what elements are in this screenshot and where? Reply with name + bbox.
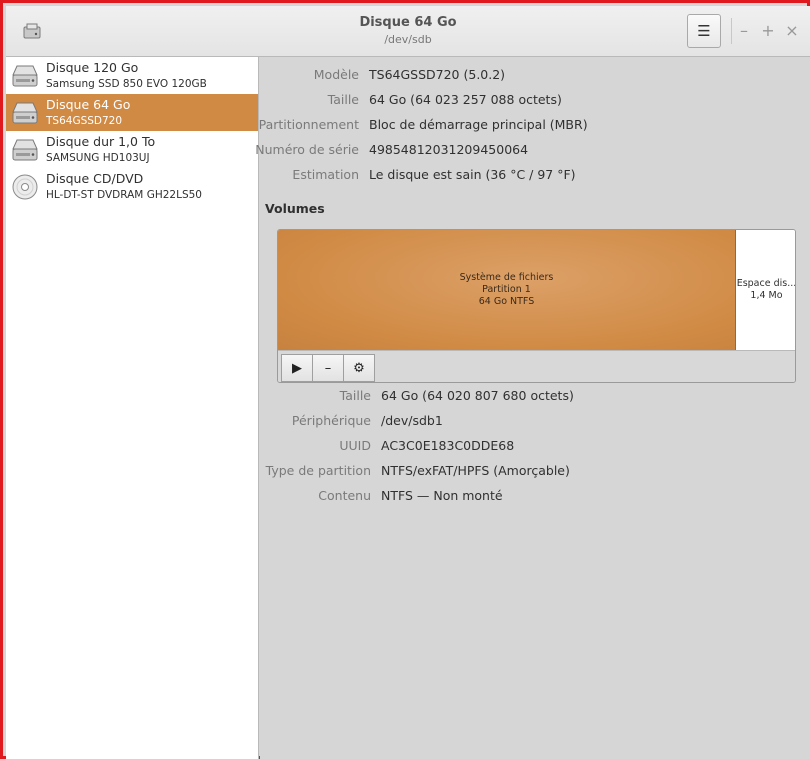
partition-size: 64 Go NTFS bbox=[478, 296, 535, 307]
device-label: Périphérique bbox=[291, 413, 371, 428]
hard-disk-icon bbox=[12, 102, 38, 124]
partitioning-label: Partitionnement bbox=[258, 117, 359, 132]
partition-type: Système de fichiers bbox=[459, 272, 554, 283]
assessment-label: Estimation bbox=[292, 167, 359, 182]
model-label: Modèle bbox=[313, 67, 359, 82]
hard-disk-icon bbox=[12, 65, 38, 87]
minimize-button[interactable]: – bbox=[735, 20, 753, 42]
contents-value: NTFS — Non monté bbox=[381, 488, 503, 503]
volume-size-label: Taille bbox=[339, 388, 371, 403]
model-value: TS64GSSD720 (5.0.2) bbox=[369, 67, 506, 82]
serial-number-label: Numéro de série bbox=[255, 142, 359, 157]
free-space-block[interactable]: Espace dis... 1,4 Mo bbox=[736, 230, 796, 350]
volume-size-value: 64 Go (64 020 807 680 octets) bbox=[381, 388, 574, 403]
window-frame: Disque 64 Go /dev/sdb ☰ – + × Disque 120… bbox=[0, 0, 810, 759]
uuid-label: UUID bbox=[339, 438, 371, 453]
partition-block-selected[interactable]: Système de fichiers Partition 1 64 Go NT… bbox=[278, 230, 736, 350]
drive-name: Disque 64 Go bbox=[46, 97, 131, 112]
assessment-value: Le disque est sain (36 °C / 97 °F) bbox=[369, 167, 576, 182]
delete-partition-button[interactable]: – bbox=[312, 354, 344, 382]
mount-button[interactable]: ▶ bbox=[281, 354, 313, 382]
volume-map: Système de fichiers Partition 1 64 Go NT… bbox=[277, 229, 796, 383]
minus-icon: – bbox=[324, 360, 332, 376]
volume-toolbar: ▶ – ⚙ bbox=[278, 350, 795, 382]
close-button[interactable]: × bbox=[783, 20, 801, 42]
hard-disk-icon bbox=[12, 139, 38, 161]
drive-model: TS64GSSD720 bbox=[46, 115, 123, 127]
uuid-value: AC3C0E183C0DDE68 bbox=[381, 438, 515, 453]
partition-type-label: Type de partition bbox=[265, 463, 371, 478]
drive-item-selected[interactable]: Disque 64 Go TS64GSSD720 bbox=[6, 94, 258, 131]
titlebar-separator bbox=[731, 18, 732, 44]
drive-item[interactable]: Disque 120 Go Samsung SSD 850 EVO 120GB bbox=[6, 57, 258, 94]
drive-item[interactable]: Disque CD/DVD HL-DT-ST DVDRAM GH22LS50 bbox=[6, 168, 258, 205]
hamburger-menu-icon: ☰ bbox=[697, 22, 711, 40]
size-label: Taille bbox=[327, 92, 359, 107]
free-space-size: 1,4 Mo bbox=[750, 290, 783, 301]
drive-name: Disque CD/DVD bbox=[46, 171, 144, 186]
contents-label: Contenu bbox=[318, 488, 371, 503]
partition-settings-button[interactable]: ⚙ bbox=[343, 354, 375, 382]
drive-name: Disque dur 1,0 To bbox=[46, 134, 156, 149]
drive-model: HL-DT-ST DVDRAM GH22LS50 bbox=[46, 189, 202, 201]
partitioning-value: Bloc de démarrage principal (MBR) bbox=[369, 117, 588, 132]
play-icon: ▶ bbox=[292, 360, 302, 376]
partition-name: Partition 1 bbox=[482, 284, 531, 295]
title-bar: Disque 64 Go /dev/sdb ☰ – + × bbox=[6, 6, 810, 57]
drive-name: Disque 120 Go bbox=[46, 60, 139, 75]
drive-details: Modèle TS64GSSD720 (5.0.2) Taille 64 Go … bbox=[255, 57, 810, 759]
free-space-label: Espace dis... bbox=[736, 278, 796, 289]
drive-item[interactable]: Disque dur 1,0 To SAMSUNG HD103UJ bbox=[6, 131, 258, 168]
partition-type-value: NTFS/exFAT/HPFS (Amorçable) bbox=[381, 463, 570, 478]
serial-number-value: 49854812031209450064 bbox=[369, 142, 529, 157]
menu-button[interactable]: ☰ bbox=[687, 14, 721, 48]
device-value: /dev/sdb1 bbox=[381, 413, 443, 428]
drive-model: Samsung SSD 850 EVO 120GB bbox=[46, 78, 207, 90]
gears-icon: ⚙ bbox=[353, 360, 365, 376]
size-value: 64 Go (64 023 257 088 octets) bbox=[369, 92, 562, 107]
volumes-heading: Volumes bbox=[265, 201, 325, 216]
maximize-button[interactable]: + bbox=[759, 20, 777, 42]
drive-list: Disque 120 Go Samsung SSD 850 EVO 120GB … bbox=[6, 57, 259, 759]
optical-disc-icon bbox=[12, 174, 38, 200]
drive-model: SAMSUNG HD103UJ bbox=[46, 152, 150, 164]
